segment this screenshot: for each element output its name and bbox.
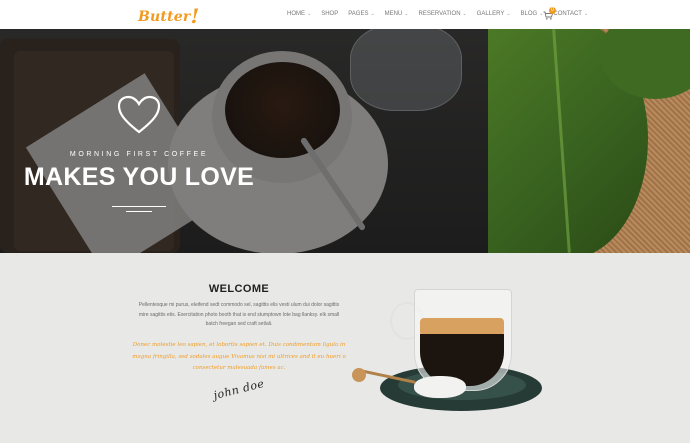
heart-icon (117, 95, 161, 135)
chevron-down-icon: ⌄ (307, 11, 312, 17)
hero-divider (112, 206, 166, 207)
logo-text: Butter (138, 9, 191, 25)
nav-item-reservation[interactable]: RESERVATION ⌄ (419, 11, 467, 17)
nav-item-menu[interactable]: MENU ⌄ (385, 11, 409, 17)
hero-banner: MORNING FIRST COFFEE MAKES YOU LOVE (0, 29, 690, 253)
nav-item-gallery[interactable]: GALLERY ⌄ (477, 11, 511, 17)
chevron-down-icon: ⌄ (506, 11, 511, 17)
logo-mark: ! (190, 4, 200, 28)
welcome-body: Pellentesque mi purus, eleifend sedt com… (138, 302, 340, 327)
site-header: Butter! HOME ⌄ SHOP PAGES ⌄ MENU ⌄ RESERVAT… (0, 0, 690, 30)
nav-label: MENU (384, 11, 403, 17)
hero-title: MAKES YOU LOVE (23, 163, 255, 191)
nav-label: BLOG (520, 11, 538, 17)
nav-label: HOME (287, 11, 305, 17)
hero-overlay (0, 29, 488, 253)
nav-item-pages[interactable]: PAGES ⌄ (348, 11, 374, 17)
welcome-title: WELCOME (208, 283, 270, 295)
nav-item-home[interactable]: HOME ⌄ (287, 11, 311, 17)
nav-label: GALLERY (476, 11, 505, 17)
chevron-down-icon: ⌄ (462, 11, 467, 17)
welcome-quote: Donec molestie leo sapien, et lobortis s… (132, 342, 346, 371)
cart-count-badge: 0 (549, 7, 556, 14)
nav-label: PAGES (348, 11, 369, 17)
hero-divider-short (126, 211, 152, 212)
welcome-section: WELCOME Pellentesque mi purus, eleifend … (0, 253, 690, 443)
rock-sugar (414, 376, 466, 398)
nav-item-blog[interactable]: BLOG ⌄ (521, 11, 544, 17)
logo[interactable]: Butter! (138, 2, 200, 28)
hero-subtitle: MORNING FIRST COFFEE (69, 151, 209, 158)
honey-dipper-head (352, 368, 366, 382)
chevron-down-icon: ⌄ (370, 11, 375, 17)
signature: john doe (212, 376, 266, 403)
nav-label: RESERVATION (418, 11, 461, 17)
nav-label: CONTACT (553, 11, 582, 17)
chevron-down-icon: ⌄ (404, 11, 409, 17)
chevron-down-icon: ⌄ (583, 11, 589, 17)
nav-label: SHOP (321, 11, 339, 17)
nav-item-shop[interactable]: SHOP (321, 11, 338, 17)
nav-item-contact[interactable]: CONTACT ⌄ (553, 11, 588, 17)
